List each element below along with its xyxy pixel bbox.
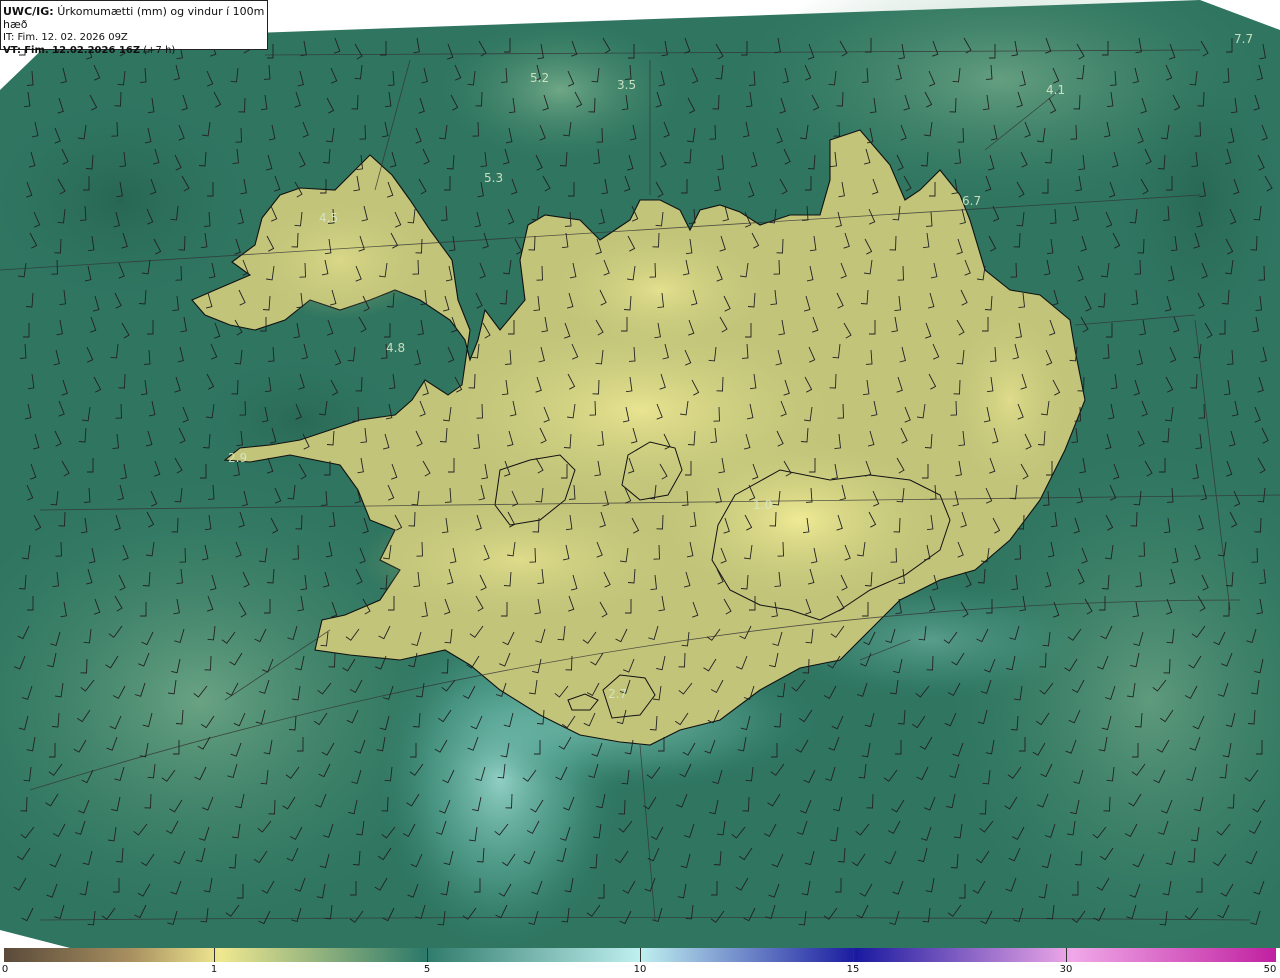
- precipitation-map: 5.2 3.5 4.1 7.7 5.3 4.5 6.7 4.8 2.9 1.0 …: [0, 0, 1280, 948]
- map-info-box: UWC/IG: Úrkomumætti (mm) og vindur í 100…: [0, 0, 268, 56]
- init-time-label: IT:: [3, 32, 15, 43]
- product-code: UWC/IG:: [3, 5, 54, 18]
- valid-time-line: VT: Fim. 12.02.2026 16Z (+7 h): [3, 44, 267, 57]
- init-time-line: IT: Fim. 12. 02. 2026 09Z: [3, 31, 267, 44]
- valid-time-offset: (+7 h): [143, 45, 176, 56]
- precip-label: 4.1: [1046, 83, 1065, 97]
- title-line: UWC/IG: Úrkomumætti (mm) og vindur í 100…: [3, 5, 267, 31]
- precip-label: 2.7: [608, 687, 627, 701]
- colorbar-tick-mark: [640, 948, 641, 962]
- colorbar-tick-mark: [1066, 948, 1067, 962]
- colorbar-tick: 0: [1, 964, 9, 975]
- precip-label: 4.8: [386, 341, 405, 355]
- precip-label: 5.2: [530, 71, 549, 85]
- colorbar-tick: 30: [1059, 964, 1073, 975]
- valid-time-value: Fim. 12.02.2026 16Z: [24, 45, 141, 56]
- colorbar: 0 1 5 10 15 30 50: [0, 948, 1280, 978]
- colorbar-tick: 10: [633, 964, 647, 975]
- precip-label: 2.9: [228, 451, 247, 465]
- precip-label: 4.5: [319, 211, 338, 225]
- init-time-value: Fim. 12. 02. 2026 09Z: [17, 32, 128, 43]
- precip-label: 1.0: [753, 498, 772, 512]
- precip-label: 5.3: [484, 171, 503, 185]
- precip-label: 6.7: [962, 194, 981, 208]
- precip-label: 7.7: [1234, 32, 1253, 46]
- colorbar-tick-mark: [853, 948, 854, 962]
- colorbar-tick: 15: [846, 964, 860, 975]
- colorbar-tick-mark: [214, 948, 215, 962]
- colorbar-tick: 50: [1263, 964, 1277, 975]
- colorbar-tick: 1: [210, 964, 218, 975]
- precip-label: 3.5: [617, 78, 636, 92]
- colorbar-tick-mark: [427, 948, 428, 962]
- colorbar-tick: 5: [423, 964, 431, 975]
- valid-time-label: VT:: [3, 45, 22, 56]
